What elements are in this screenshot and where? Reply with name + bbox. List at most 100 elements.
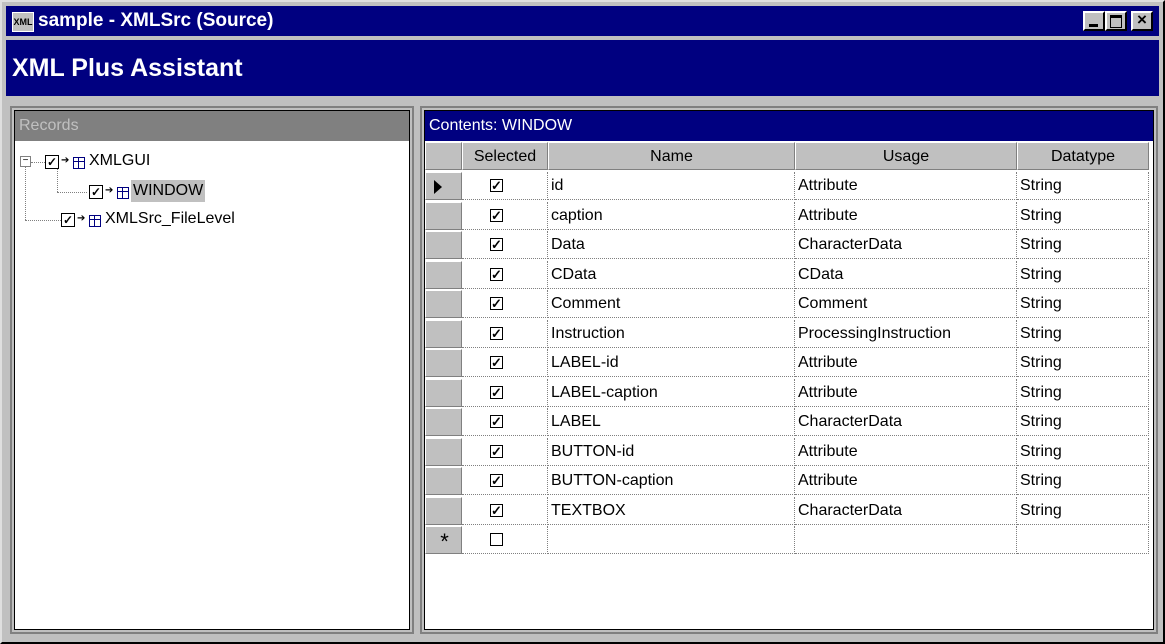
maximize-icon <box>1110 15 1122 28</box>
usage-cell[interactable]: Attribute <box>795 467 1017 495</box>
selected-checkbox[interactable]: ✓ <box>490 356 503 369</box>
datatype-cell[interactable]: String <box>1017 467 1149 495</box>
row-selector[interactable] <box>425 378 462 407</box>
new-row-marker: * <box>440 529 449 554</box>
row-selector[interactable] <box>425 231 462 259</box>
usage-cell[interactable]: Attribute <box>795 437 1017 466</box>
name-cell[interactable]: LABEL-id <box>548 349 795 377</box>
datatype-cell[interactable]: String <box>1017 290 1149 318</box>
row-selector[interactable] <box>425 260 462 289</box>
collapse-icon[interactable]: − <box>20 156 31 167</box>
usage-cell[interactable]: Attribute <box>795 172 1017 200</box>
tree-item-checkbox[interactable]: ✓ <box>89 185 103 199</box>
usage-cell[interactable]: Attribute <box>795 201 1017 230</box>
datatype-cell[interactable]: String <box>1017 201 1149 230</box>
datatype-cell[interactable]: String <box>1017 231 1149 259</box>
tree-item-label: XMLGUI <box>89 152 151 169</box>
tree-item-checkbox[interactable]: ✓ <box>45 155 59 169</box>
usage-cell[interactable]: CharacterData <box>795 231 1017 259</box>
row-selector[interactable] <box>425 319 462 348</box>
close-button[interactable]: × <box>1131 10 1153 31</box>
selected-checkbox[interactable]: ✓ <box>490 238 503 251</box>
datatype-cell[interactable]: String <box>1017 260 1149 289</box>
row-selector[interactable] <box>425 467 462 495</box>
datatype-cell[interactable]: String <box>1017 496 1149 525</box>
usage-cell[interactable]: ProcessingInstruction <box>795 319 1017 348</box>
datatype-cell[interactable]: String <box>1017 378 1149 407</box>
app-window: XML sample - XMLSrc (Source) × XML Plus … <box>0 0 1165 644</box>
tree-item-checkbox[interactable]: ✓ <box>61 213 75 227</box>
name-cell[interactable]: caption <box>548 201 795 230</box>
table-icon <box>89 215 101 227</box>
selected-checkbox[interactable] <box>490 533 503 546</box>
maximize-button[interactable] <box>1105 11 1127 31</box>
contents-panel: Contents: WINDOW Selected Name Usage Dat… <box>420 106 1158 634</box>
name-cell[interactable]: Data <box>548 231 795 259</box>
contents-header: Contents: WINDOW <box>425 111 1153 141</box>
datatype-cell[interactable]: String <box>1017 172 1149 200</box>
selected-checkbox[interactable]: ✓ <box>490 326 503 340</box>
selected-checkbox[interactable]: ✓ <box>490 267 503 281</box>
row-selector[interactable] <box>425 290 462 318</box>
selected-checkbox[interactable]: ✓ <box>490 444 503 458</box>
selected-cell: ✓ <box>462 408 548 436</box>
new-row-selector[interactable]: * <box>425 526 462 554</box>
row-selector[interactable] <box>425 437 462 466</box>
name-cell[interactable]: id <box>548 172 795 200</box>
selected-checkbox[interactable]: ✓ <box>490 208 503 222</box>
selected-checkbox[interactable]: ✓ <box>490 385 503 399</box>
selected-checkbox[interactable]: ✓ <box>490 179 503 192</box>
records-panel: Records − ✓ ➔ XMLGUI ✓ ➔ WINDOW ✓ ➔ XMLS… <box>10 106 414 634</box>
usage-cell[interactable]: CharacterData <box>795 496 1017 525</box>
column-header-selected[interactable]: Selected <box>462 142 548 170</box>
row-selector[interactable] <box>425 349 462 377</box>
name-cell[interactable]: Instruction <box>548 319 795 348</box>
name-cell[interactable]: TEXTBOX <box>548 496 795 525</box>
new-row-cell[interactable] <box>462 526 548 554</box>
name-cell[interactable]: BUTTON-id <box>548 437 795 466</box>
column-header-datatype[interactable]: Datatype <box>1017 142 1149 170</box>
minimize-button[interactable] <box>1083 11 1105 31</box>
xml-document-icon[interactable]: XML <box>12 12 34 32</box>
usage-cell[interactable]: Attribute <box>795 378 1017 407</box>
name-cell[interactable]: BUTTON-caption <box>548 467 795 495</box>
new-row-cell[interactable] <box>548 526 795 554</box>
column-header-name[interactable]: Name <box>548 142 795 170</box>
selected-cell: ✓ <box>462 349 548 377</box>
selected-checkbox[interactable]: ✓ <box>490 297 503 310</box>
new-row-cell[interactable] <box>1017 526 1149 554</box>
name-cell[interactable]: LABEL <box>548 408 795 436</box>
tree-item-label: XMLSrc_FileLevel <box>105 210 235 227</box>
new-row-cell[interactable] <box>795 526 1017 554</box>
usage-cell[interactable]: Attribute <box>795 349 1017 377</box>
selected-cell: ✓ <box>462 290 548 318</box>
row-selector[interactable] <box>425 408 462 436</box>
arrow-right-icon: ➔ <box>105 185 114 196</box>
datatype-cell[interactable]: String <box>1017 437 1149 466</box>
close-icon: × <box>1137 10 1147 29</box>
selected-checkbox[interactable]: ✓ <box>490 474 503 487</box>
selected-cell: ✓ <box>462 378 548 407</box>
datatype-cell[interactable]: String <box>1017 349 1149 377</box>
arrow-right-icon: ➔ <box>61 155 70 166</box>
row-selector[interactable] <box>425 201 462 230</box>
window-title: sample - XMLSrc (Source) <box>38 10 274 31</box>
usage-cell[interactable]: Comment <box>795 290 1017 318</box>
selected-checkbox[interactable]: ✓ <box>490 503 503 517</box>
selected-cell: ✓ <box>462 201 548 230</box>
selected-cell: ✓ <box>462 496 548 525</box>
selected-checkbox[interactable]: ✓ <box>490 415 503 428</box>
row-selector[interactable] <box>425 496 462 525</box>
name-cell[interactable]: CData <box>548 260 795 289</box>
datatype-cell[interactable]: String <box>1017 319 1149 348</box>
records-tree[interactable]: − ✓ ➔ XMLGUI ✓ ➔ WINDOW ✓ ➔ XMLSrc_FileL… <box>15 142 409 629</box>
column-header-usage[interactable]: Usage <box>795 142 1017 170</box>
usage-cell[interactable]: CData <box>795 260 1017 289</box>
name-cell[interactable]: Comment <box>548 290 795 318</box>
table-icon <box>73 157 85 169</box>
datatype-cell[interactable]: String <box>1017 408 1149 436</box>
name-cell[interactable]: LABEL-caption <box>548 378 795 407</box>
row-selector[interactable] <box>425 172 462 200</box>
usage-cell[interactable]: CharacterData <box>795 408 1017 436</box>
title-bar[interactable]: XML sample - XMLSrc (Source) × <box>6 6 1159 36</box>
